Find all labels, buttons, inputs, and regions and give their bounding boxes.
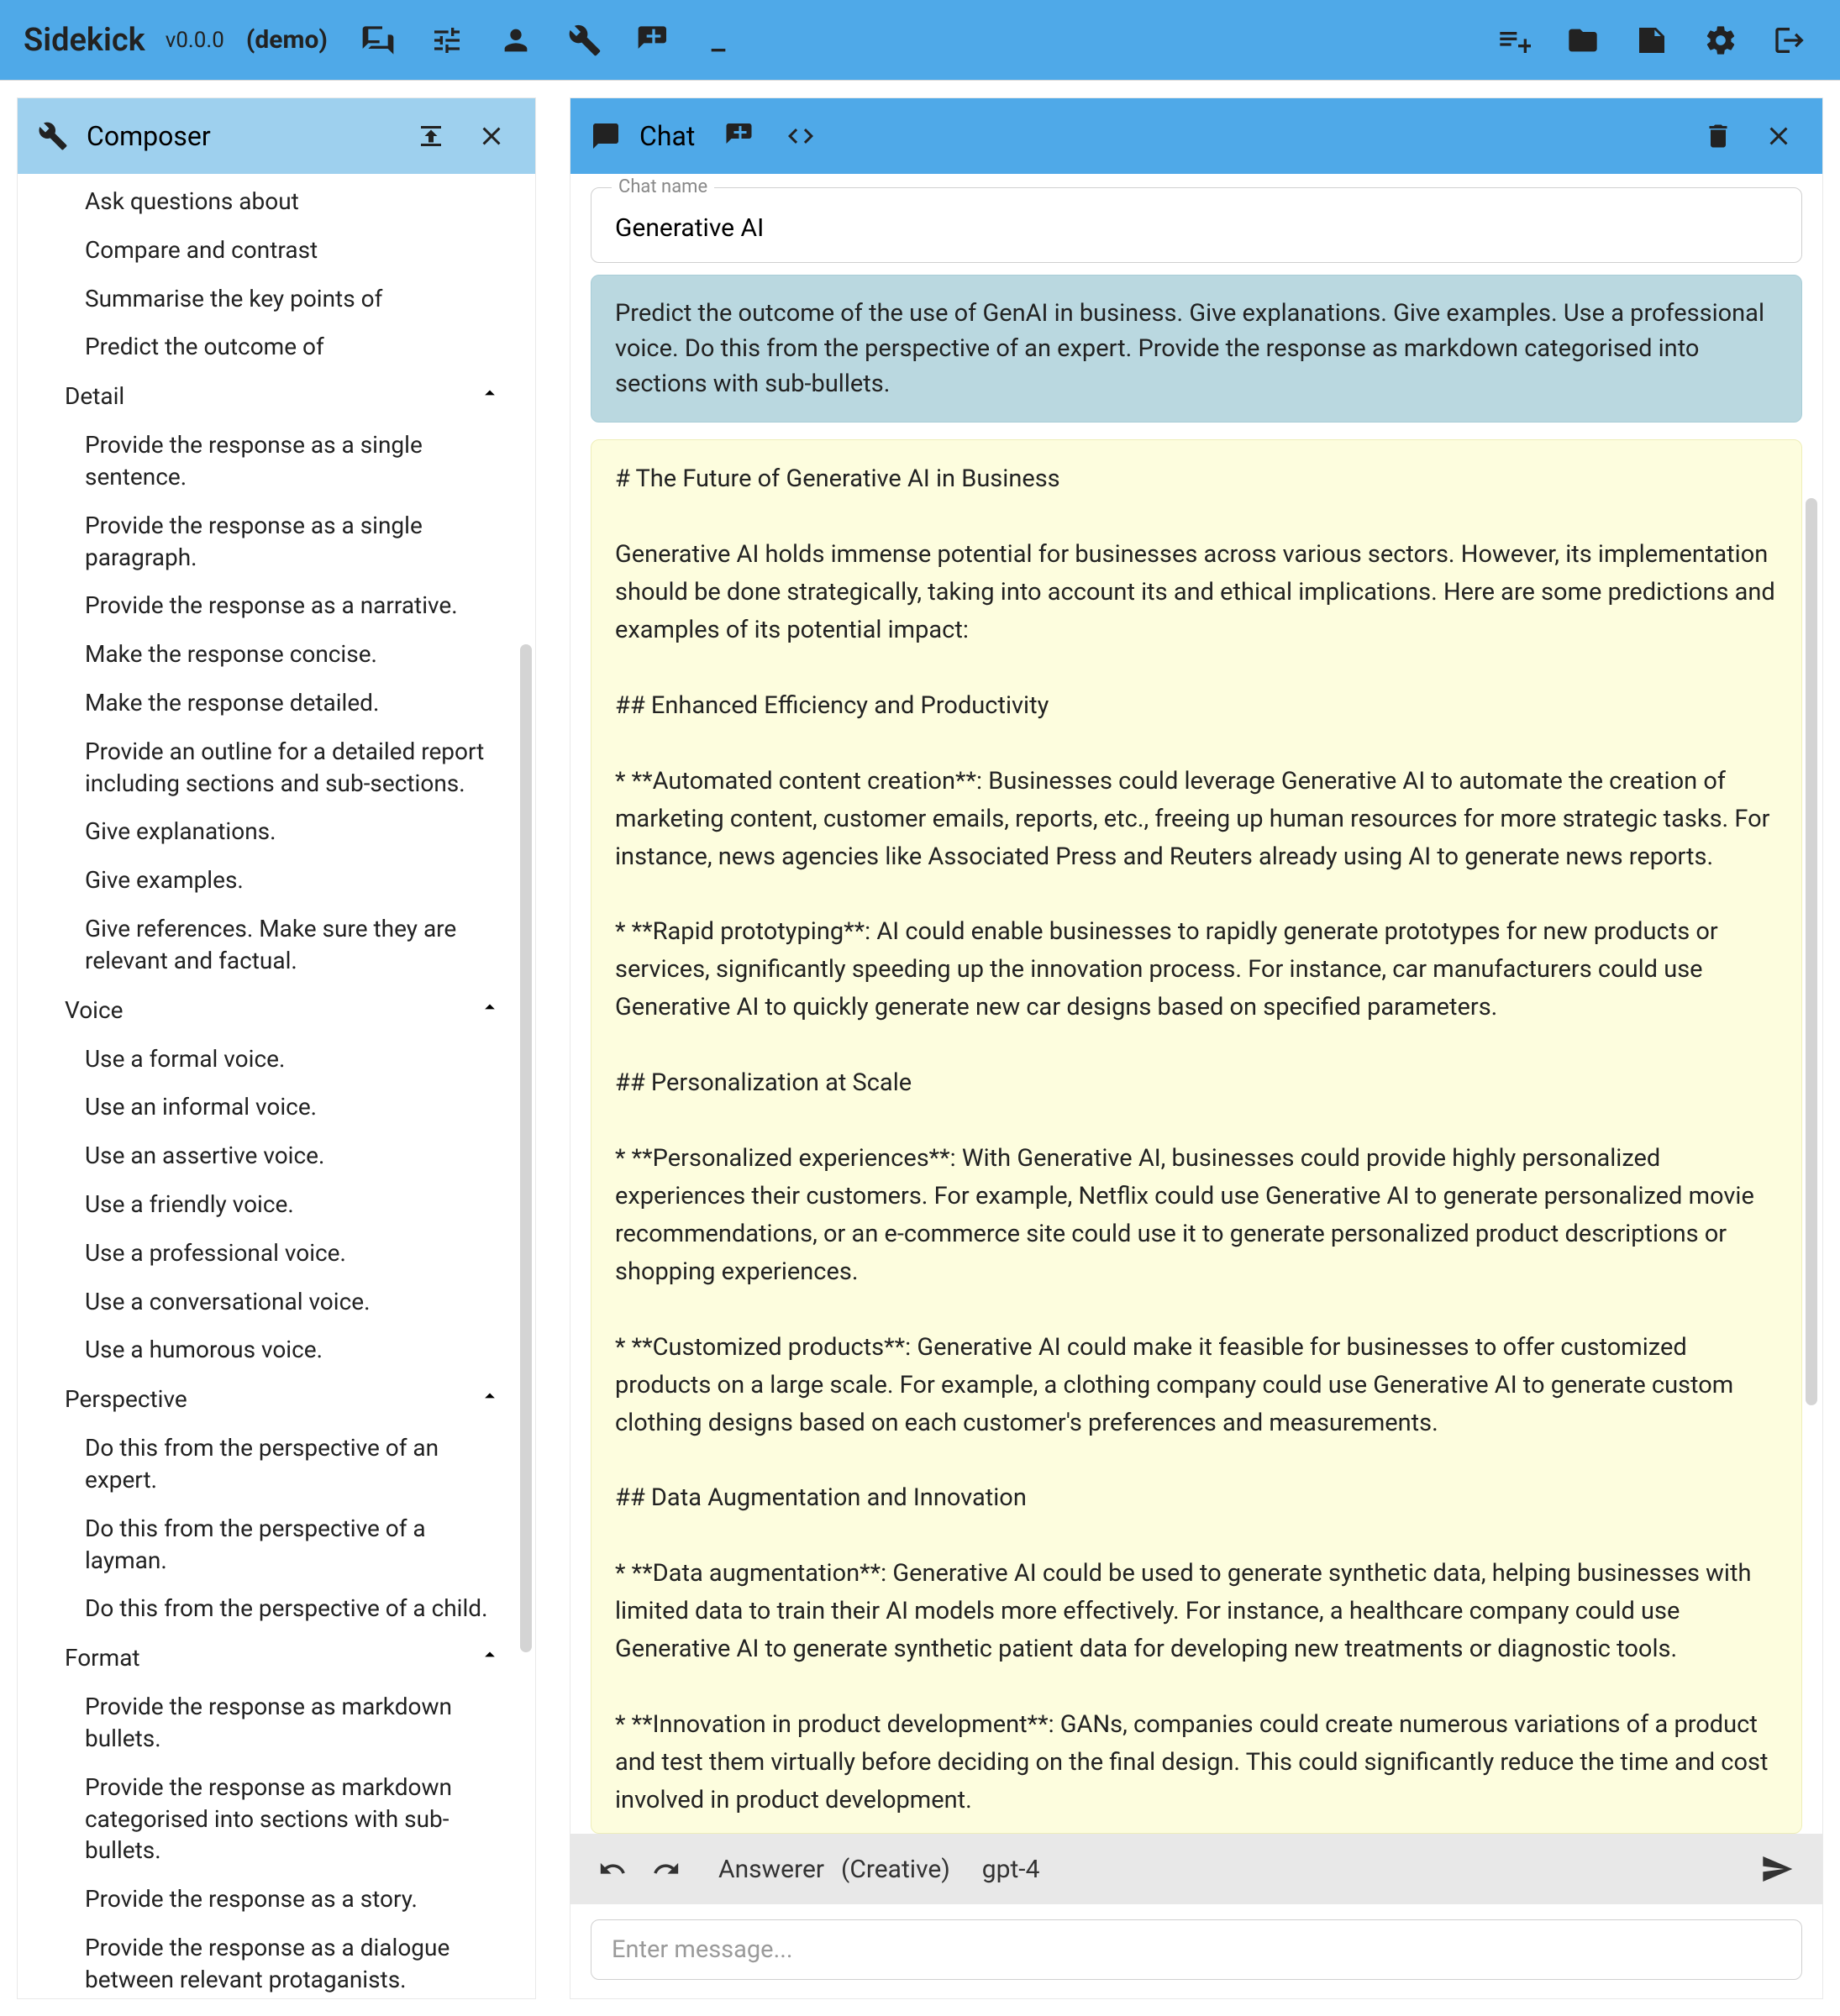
chevron-up-icon <box>478 1384 502 1414</box>
composer-section-header[interactable]: Format <box>18 1633 535 1683</box>
collapse-icon[interactable] <box>413 118 449 155</box>
composer-item[interactable]: Use a conversational voice. <box>18 1278 535 1326</box>
minimize-icon[interactable] <box>702 20 743 60</box>
composer-section-label: Perspective <box>65 1385 187 1413</box>
chat-icon[interactable] <box>358 20 398 60</box>
composer-item[interactable]: Provide the response as a narrative. <box>18 581 535 630</box>
app-version: v0.0.0 <box>166 28 224 53</box>
undo-icon[interactable] <box>596 1852 629 1886</box>
chat-name-value: Generative AI <box>591 188 1801 243</box>
composer-item[interactable]: Provide the response as a single paragra… <box>18 501 535 582</box>
status-model: gpt-4 <box>982 1855 1040 1884</box>
status-persona: Answerer <box>718 1855 824 1884</box>
composer-item[interactable]: Provide the response as a dialogue betwe… <box>18 1924 535 1998</box>
tune-icon[interactable] <box>427 20 467 60</box>
composer-item[interactable]: Use an informal voice. <box>18 1083 535 1131</box>
chevron-up-icon <box>478 1643 502 1672</box>
wrench-icon[interactable] <box>565 20 605 60</box>
chat-panel: Chat Chat name Generative AI Predict the… <box>570 97 1823 1999</box>
composer-item[interactable]: Do this from the perspective of a child. <box>18 1584 535 1633</box>
ai-message: # The Future of Generative AI in Busines… <box>591 439 1802 1834</box>
note-icon[interactable] <box>1632 20 1672 60</box>
composer-item[interactable]: Predict the outcome of <box>18 323 535 371</box>
composer-item[interactable]: Use a humorous voice. <box>18 1326 535 1374</box>
composer-item[interactable]: Provide the response as a story. <box>18 1875 535 1924</box>
composer-item[interactable]: Summarise the key points of <box>18 275 535 323</box>
chevron-up-icon <box>478 995 502 1025</box>
code-icon[interactable] <box>782 118 819 155</box>
composer-item[interactable]: Provide the response as markdown bullets… <box>18 1683 535 1763</box>
chevron-up-icon <box>478 381 502 411</box>
composer-item[interactable]: Provide the response as markdown categor… <box>18 1763 535 1875</box>
composer-section-header[interactable]: Perspective <box>18 1374 535 1424</box>
composer-section-label: Format <box>65 1644 140 1672</box>
chat-icon <box>587 118 624 155</box>
composer-item[interactable]: Provide an outline for a detailed report… <box>18 727 535 808</box>
composer-section-header[interactable]: Detail <box>18 371 535 421</box>
add-comment-icon[interactable] <box>722 118 759 155</box>
composer-item[interactable]: Give explanations. <box>18 807 535 856</box>
add-comment-icon[interactable] <box>633 20 674 60</box>
composer-item[interactable]: Use a friendly voice. <box>18 1180 535 1229</box>
settings-icon[interactable] <box>1701 20 1741 60</box>
composer-body: Ask questions aboutCompare and contrastS… <box>18 174 535 1998</box>
composer-item[interactable]: Compare and contrast <box>18 226 535 275</box>
composer-item[interactable]: Make the response detailed. <box>18 679 535 727</box>
folder-icon[interactable] <box>1563 20 1603 60</box>
composer-item[interactable]: Do this from the perspective of a layman… <box>18 1504 535 1585</box>
chat-name-field[interactable]: Chat name Generative AI <box>591 187 1802 263</box>
app-demo-badge: (demo) <box>246 25 328 55</box>
wrench-icon <box>34 118 71 155</box>
chat-scrollbar-thumb[interactable] <box>1806 498 1817 1405</box>
composer-item[interactable]: Use an assertive voice. <box>18 1131 535 1180</box>
redo-icon[interactable] <box>649 1852 683 1886</box>
scrollbar-thumb[interactable] <box>520 644 532 1652</box>
chat-statusbar: Answerer (Creative) gpt-4 <box>570 1834 1822 1904</box>
send-icon[interactable] <box>1760 1852 1794 1886</box>
chat-name-wrap: Chat name Generative AI <box>570 174 1822 263</box>
user-message: Predict the outcome of the use of GenAI … <box>591 275 1802 423</box>
workspace: Composer Ask questions aboutCompare and … <box>0 81 1840 2016</box>
chat-name-label: Chat name <box>612 176 714 197</box>
delete-icon[interactable] <box>1700 118 1737 155</box>
close-icon[interactable] <box>1760 118 1797 155</box>
status-style: (Creative) <box>841 1855 950 1884</box>
chat-title: Chat <box>639 120 695 152</box>
composer-section-label: Voice <box>65 996 123 1024</box>
close-icon[interactable] <box>473 118 510 155</box>
composer-item[interactable]: Do this from the perspective of an exper… <box>18 1424 535 1504</box>
composer-item[interactable]: Provide the response as a single sentenc… <box>18 421 535 501</box>
composer-item[interactable]: Use a formal voice. <box>18 1035 535 1084</box>
person-icon[interactable] <box>496 20 536 60</box>
composer-section-label: Detail <box>65 382 124 410</box>
app-brand: Sidekick <box>24 22 145 59</box>
composer-section-header[interactable]: Voice <box>18 985 535 1035</box>
scrollbar-track[interactable] <box>520 174 532 1998</box>
logout-icon[interactable] <box>1769 20 1810 60</box>
composer-item[interactable]: Give references. Make sure they are rele… <box>18 905 535 985</box>
composer-item[interactable]: Give examples. <box>18 856 535 905</box>
composer-item[interactable]: Ask questions about <box>18 177 535 226</box>
composer-item[interactable]: Make the response concise. <box>18 630 535 679</box>
composer-title: Composer <box>87 120 211 152</box>
chat-header: Chat <box>570 98 1822 174</box>
message-input[interactable]: Enter message... <box>591 1919 1802 1980</box>
app-topbar: Sidekick v0.0.0 (demo) <box>0 0 1840 81</box>
composer-panel: Composer Ask questions aboutCompare and … <box>17 97 536 1999</box>
chat-input-wrap: Enter message... <box>570 1904 1822 1998</box>
composer-header: Composer <box>18 98 535 174</box>
playlist-add-icon[interactable] <box>1494 20 1534 60</box>
composer-item[interactable]: Use a professional voice. <box>18 1229 535 1278</box>
chat-scroll: Predict the outcome of the use of GenAI … <box>570 263 1822 1834</box>
message-input-placeholder: Enter message... <box>612 1935 793 1964</box>
